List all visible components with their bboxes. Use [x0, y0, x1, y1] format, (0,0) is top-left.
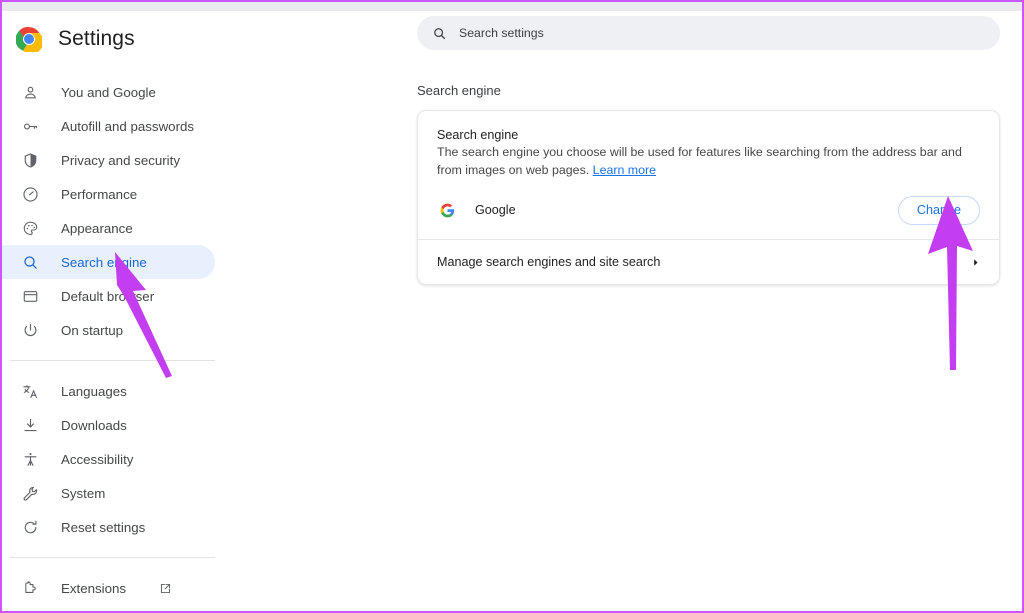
card-description: The search engine you choose will be use…	[437, 144, 980, 179]
search-engine-card: Search engine The search engine you choo…	[417, 110, 1000, 286]
settings-sidebar: Settings You and Google Autofill and pas…	[2, 11, 224, 611]
sidebar-item-label: Downloads	[61, 417, 127, 433]
sidebar-item-extensions[interactable]: Extensions	[2, 571, 215, 605]
google-g-icon	[440, 203, 455, 218]
sidebar-item-label: On startup	[61, 322, 124, 338]
download-icon	[22, 417, 39, 434]
search-input[interactable]: Search settings	[417, 16, 1000, 50]
key-icon	[22, 118, 39, 135]
person-icon	[22, 84, 39, 101]
current-search-engine-row: Google Change	[437, 195, 980, 225]
sidebar-item-reset-settings[interactable]: Reset settings	[2, 510, 215, 544]
sidebar-item-downloads[interactable]: Downloads	[2, 408, 215, 442]
browser-settings-window: Settings You and Google Autofill and pas…	[0, 0, 1024, 613]
sidebar-item-label: Appearance	[61, 220, 133, 236]
page-title: Settings	[58, 27, 135, 50]
power-icon	[22, 322, 39, 339]
sidebar-item-label: Search engine	[61, 254, 147, 270]
sidebar-item-label: You and Google	[61, 84, 156, 100]
card-heading: Search engine	[437, 128, 519, 142]
external-link-icon	[159, 582, 172, 595]
sidebar-item-performance[interactable]: Performance	[2, 177, 215, 211]
settings-main: Search settings Search engine Search eng…	[224, 11, 1022, 611]
sidebar-item-appearance[interactable]: Appearance	[2, 211, 215, 245]
learn-more-link[interactable]: Learn more	[593, 163, 656, 177]
accessibility-icon	[22, 451, 39, 468]
sidebar-item-label: System	[61, 485, 106, 501]
sidebar-item-label: Privacy and security	[61, 152, 180, 168]
current-search-engine-name: Google	[475, 203, 516, 218]
speedometer-icon	[22, 186, 39, 203]
sidebar-item-default-browser[interactable]: Default browser	[2, 279, 215, 313]
change-button[interactable]: Change	[897, 195, 980, 225]
sidebar-item-label: Performance	[61, 186, 138, 202]
sidebar-item-about-chrome[interactable]: About Chrome	[2, 605, 215, 611]
reset-icon	[22, 519, 39, 536]
chrome-logo-icon	[15, 26, 44, 54]
sidebar-item-search-engine[interactable]: Search engine	[2, 245, 215, 279]
sidebar-item-label: Default browser	[61, 288, 155, 304]
sidebar-item-system[interactable]: System	[2, 476, 215, 510]
wrench-icon	[22, 485, 39, 502]
sidebar-item-accessibility[interactable]: Accessibility	[2, 442, 215, 476]
manage-search-engines-label: Manage search engines and site search	[437, 255, 661, 270]
sidebar-item-you-and-google[interactable]: You and Google	[2, 75, 215, 109]
settings-nav: You and Google Autofill and passwords Pr…	[2, 75, 224, 611]
sidebar-item-privacy-and-security[interactable]: Privacy and security	[2, 143, 215, 177]
search-engine-card-body: Search engine The search engine you choo…	[418, 111, 999, 239]
search-placeholder: Search settings	[459, 26, 544, 40]
sidebar-item-languages[interactable]: Languages	[2, 374, 215, 408]
chevron-right-icon	[971, 257, 980, 268]
sidebar-item-label: Extensions	[61, 580, 127, 596]
sidebar-item-label: Reset settings	[61, 519, 146, 535]
sidebar-item-label: Languages	[61, 383, 127, 399]
search-icon	[432, 26, 447, 41]
section-title: Search engine	[417, 83, 501, 98]
card-description-text: The search engine you choose will be use…	[437, 145, 962, 177]
sidebar-item-label: Autofill and passwords	[61, 118, 195, 134]
window-top-strip	[2, 2, 1022, 11]
palette-icon	[22, 220, 39, 237]
sidebar-item-on-startup[interactable]: On startup	[2, 313, 215, 347]
window-icon	[22, 288, 39, 305]
puzzle-icon	[22, 580, 39, 597]
translate-icon	[22, 383, 39, 400]
shield-icon	[22, 152, 39, 169]
settings-brand: Settings	[2, 15, 224, 63]
sidebar-item-autofill-and-passwords[interactable]: Autofill and passwords	[2, 109, 215, 143]
manage-search-engines-row[interactable]: Manage search engines and site search	[418, 240, 999, 284]
sidebar-item-label: Accessibility	[61, 451, 134, 467]
search-icon	[22, 254, 39, 271]
